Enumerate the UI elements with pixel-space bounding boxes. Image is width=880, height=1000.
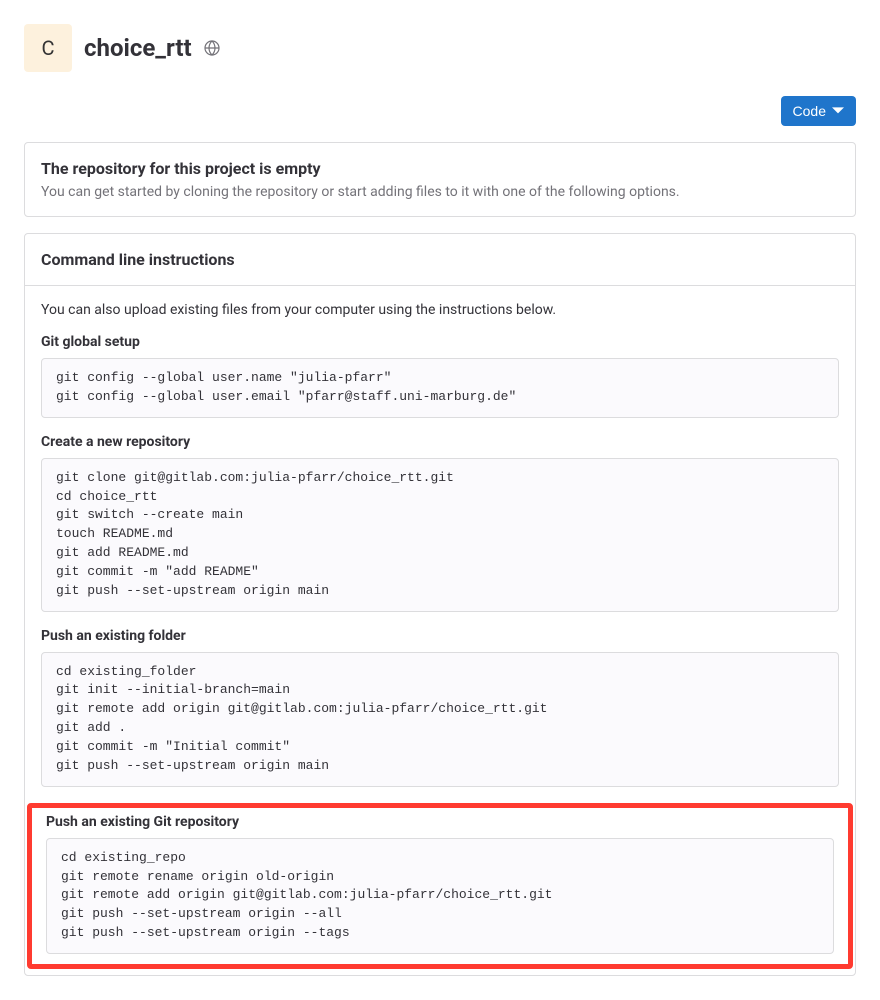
- code-button[interactable]: Code: [781, 96, 856, 126]
- code-block-create-repo: git clone git@gitlab.com:julia-pfarr/cho…: [41, 458, 839, 612]
- repo-header: C choice_rtt: [24, 24, 856, 72]
- empty-repo-title: The repository for this project is empty: [41, 159, 839, 178]
- section-title-create-repo: Create a new repository: [41, 434, 839, 450]
- repo-avatar: C: [24, 24, 72, 72]
- empty-repo-text: You can get started by cloning the repos…: [41, 184, 839, 200]
- chevron-down-icon: [832, 105, 844, 117]
- section-title-push-existing: Push an existing Git repository: [46, 814, 834, 830]
- highlighted-push-existing: Push an existing Git repository cd exist…: [27, 803, 853, 969]
- code-block-git-setup: git config --global user.name "julia-pfa…: [41, 358, 839, 418]
- code-block-push-folder: cd existing_folder git init --initial-br…: [41, 652, 839, 787]
- instructions-header: Command line instructions: [25, 234, 855, 286]
- instructions-panel: Command line instructions You can also u…: [24, 233, 856, 976]
- instructions-title: Command line instructions: [41, 250, 839, 269]
- empty-repo-panel: The repository for this project is empty…: [24, 142, 856, 217]
- section-title-git-setup: Git global setup: [41, 334, 839, 350]
- code-button-label: Code: [793, 103, 826, 119]
- code-block-push-existing: cd existing_repo git remote rename origi…: [46, 838, 834, 954]
- instructions-intro: You can also upload existing files from …: [41, 302, 839, 318]
- visibility-icon: [204, 40, 220, 56]
- repo-title: choice_rtt: [84, 34, 192, 62]
- instructions-body: You can also upload existing files from …: [25, 286, 855, 975]
- section-title-push-folder: Push an existing folder: [41, 628, 839, 644]
- actions-row: Code: [24, 96, 856, 126]
